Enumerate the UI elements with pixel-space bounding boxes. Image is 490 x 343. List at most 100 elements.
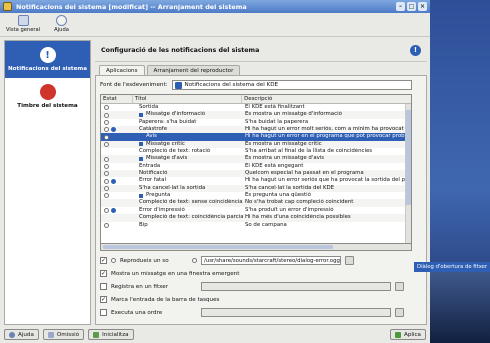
notification-icon (111, 134, 116, 140)
table-row[interactable]: Entrada El KDE està engegant (101, 163, 411, 170)
play-sound-checkbox[interactable]: ✓ (100, 257, 107, 264)
column-header-status[interactable]: Estat (101, 95, 133, 103)
column-header-title[interactable]: Títol (133, 95, 243, 103)
event-source-select[interactable]: Notificacions del sistema del KDE (171, 80, 412, 90)
status-cell (101, 214, 133, 221)
table-row[interactable]: Notificació Quelcom especial ha passat en… (101, 170, 411, 178)
taskbar-flag-icon (139, 157, 143, 162)
table-row[interactable]: Missatge d'informació Es mostra un missat… (101, 111, 411, 119)
table-row[interactable]: Compleció de text: sense coincidència No … (101, 199, 411, 207)
table-row[interactable]: Compleció de text: coincidència parcial H… (101, 214, 411, 222)
table-vertical-scrollbar[interactable] (405, 104, 411, 243)
overview-icon (17, 15, 29, 26)
description-cell: So de campana (245, 221, 287, 228)
taskbar-row: ✓ Marca l'entrada de la barra de tasques (100, 296, 220, 303)
defaults-button[interactable]: Omissió (42, 329, 85, 340)
command-input (201, 308, 391, 317)
tab-pane: Font de l'esdeveniment: Notificacions de… (95, 75, 427, 325)
table-row[interactable]: Sortida El KDE està finalitzant (101, 104, 411, 111)
title-cell: Error fatal (139, 177, 166, 184)
play-icon[interactable] (111, 258, 116, 263)
sound-icon (104, 163, 109, 169)
mark-taskbar-checkbox[interactable]: ✓ (100, 296, 107, 303)
play-sound-row: ✓ Reprodueix un so /usr/share/sounds/sta… (100, 255, 354, 266)
events-table: Estat Títol Descripció Sortida El KDE est… (100, 94, 412, 244)
desktop-wallpaper-bridge (430, 270, 490, 343)
description-cell: Quelcom especial ha passat en el program… (245, 170, 364, 177)
title-cell: Bip (139, 221, 148, 228)
run-command-row: Executa una ordre (100, 307, 404, 318)
description-cell: El KDE està engegant (245, 162, 304, 169)
sound-icon (104, 119, 109, 125)
status-cell (101, 199, 133, 206)
sound-icon (104, 112, 109, 118)
check-icon (395, 331, 401, 338)
sound-icon (104, 207, 109, 213)
table-row[interactable]: S'ha cancel·lat la sortida S'ha cancel·la… (101, 184, 411, 193)
sidebar-item-notifications[interactable]: ! Notificacions del sistema (5, 41, 90, 78)
column-header-description[interactable]: Descripció (242, 95, 411, 103)
open-file-dialog-button[interactable] (345, 256, 354, 265)
title-cell: S'ha cancel·lat la sortida (139, 184, 206, 191)
sidebar-item-system-bell[interactable]: Timbre del sistema (5, 78, 90, 115)
sound-icon (104, 141, 109, 147)
help-icon (56, 15, 68, 26)
sound-file-input[interactable]: /usr/share/sounds/starcraft/stereo/dialo… (201, 256, 341, 265)
window-title: Notificacions del sistema [modificat] --… (16, 2, 247, 11)
table-row[interactable]: Pregunta Es pregunta una qüestió (101, 192, 411, 199)
description-cell: Es mostra un missatge crític (245, 140, 322, 147)
window-titlebar[interactable]: Notificacions del sistema [modificat] --… (0, 0, 430, 13)
sound-icon (104, 156, 109, 162)
help-button[interactable]: Ajuda (4, 329, 39, 340)
title-cell: Error d'impressió (139, 206, 185, 213)
page-title: Configuració de les notificacions del si… (95, 40, 427, 62)
table-row[interactable]: Missatge crític Es mostra un missatge crí… (101, 140, 411, 149)
table-row[interactable]: Bip So de campana (101, 222, 411, 229)
sound-icon (104, 178, 109, 184)
table-header: Estat Títol Descripció (101, 95, 411, 104)
sound-icon (104, 222, 109, 228)
table-row[interactable]: Avís Hi ha hagut un error en el programa … (101, 133, 411, 141)
apply-button[interactable]: Aplica (390, 329, 426, 340)
table-row[interactable]: Catàstrofe Hi ha hagut un error molt seri… (101, 126, 411, 134)
bell-icon (39, 84, 56, 100)
table-horizontal-scrollbar[interactable] (100, 244, 412, 251)
table-row[interactable]: Missatge d'avís Es mostra un missatge d'a… (101, 155, 411, 163)
log-file-checkbox[interactable] (100, 283, 107, 290)
title-cell: Missatge d'informació (133, 111, 243, 118)
help-icon (9, 331, 15, 338)
help-toolbar-button[interactable]: Ajuda (54, 15, 69, 34)
notification-icon (111, 127, 116, 133)
close-icon[interactable]: × (418, 2, 427, 11)
system-settings-window: Vista general Ajuda ! Notificacions del … (0, 13, 430, 343)
title-cell: Paperera: s'ha buidat (139, 118, 197, 125)
show-popup-checkbox[interactable]: ✓ (100, 270, 107, 277)
overview-button[interactable]: Vista general (6, 15, 40, 34)
reset-button[interactable]: Inicialitza (88, 329, 134, 340)
status-cell (101, 111, 133, 118)
table-row[interactable]: Error d'impressió S'ha produït un error d… (101, 207, 411, 214)
title-cell: Compleció de text: rotació (139, 148, 211, 155)
description-cell: Es mostra un missatge d'informació (245, 111, 342, 118)
status-cell (101, 119, 133, 126)
status-cell (101, 133, 133, 140)
status-cell (101, 170, 133, 177)
log-file-browse-button (395, 282, 404, 291)
play-test-icon[interactable] (192, 258, 197, 263)
sound-icon (104, 185, 109, 191)
maximize-icon[interactable]: □ (407, 2, 416, 11)
status-cell (101, 222, 133, 229)
status-cell (101, 155, 133, 162)
status-cell (101, 192, 133, 199)
run-command-checkbox[interactable] (100, 309, 107, 316)
status-cell (101, 177, 133, 184)
table-row[interactable]: Compleció de text: rotació S'ha arribat a… (101, 148, 411, 155)
notification-icon: ! (39, 47, 56, 63)
table-row[interactable]: Paperera: s'ha buidat S'ha buidat la pape… (101, 119, 411, 126)
status-cell (101, 185, 133, 192)
description-cell: No s'ha trobat cap compleció coincident (245, 199, 354, 206)
minimize-icon[interactable]: – (396, 2, 405, 11)
table-row[interactable]: Error fatal Hi ha hagut un error seriós q… (101, 177, 411, 184)
description-cell: Hi ha hagut un error en el programa que … (245, 133, 411, 140)
title-cell: Sortida (139, 104, 159, 110)
